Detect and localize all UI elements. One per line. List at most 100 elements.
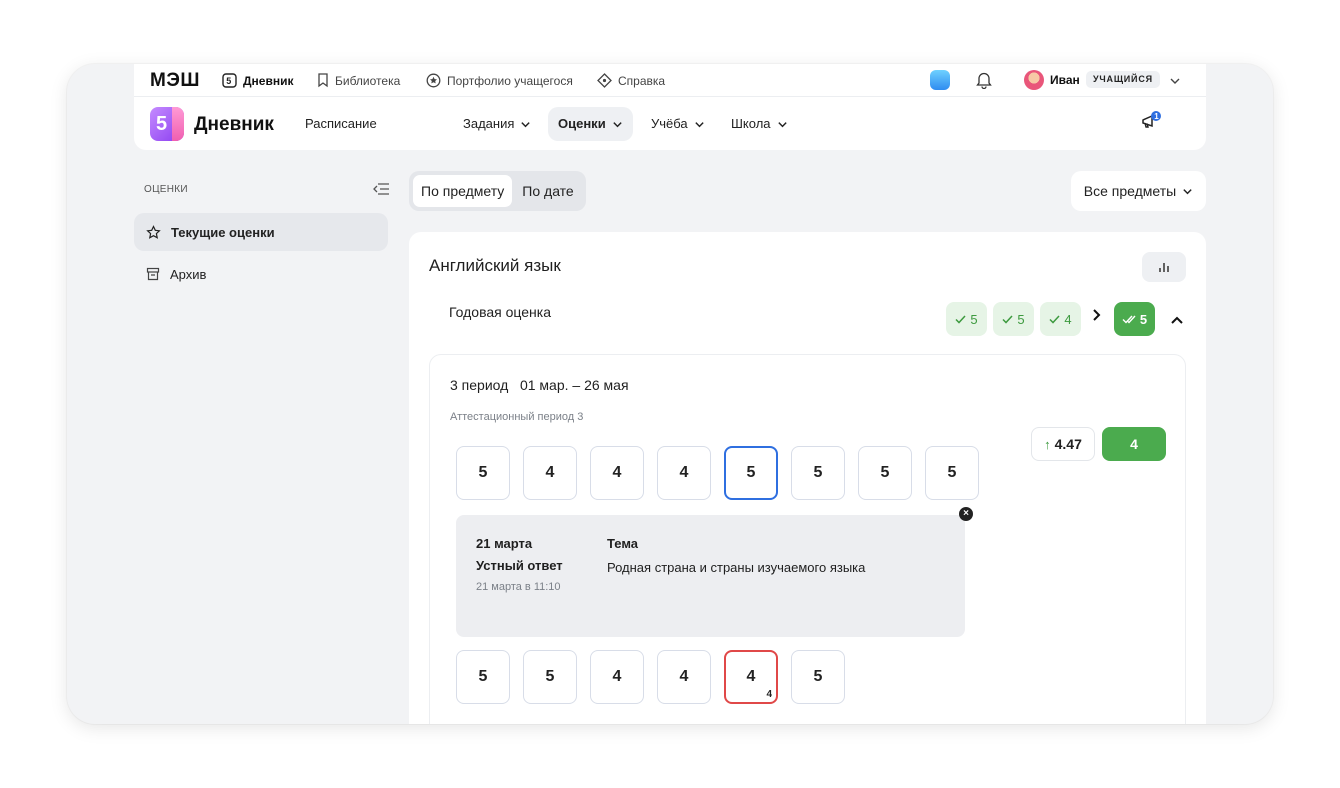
- portal-link-diary[interactable]: 5 Дневник: [222, 73, 293, 88]
- nav-study[interactable]: Учёба: [641, 107, 715, 141]
- bookmark-icon: [318, 73, 328, 88]
- year-mark-pill[interactable]: 5: [1114, 302, 1155, 336]
- topic-label: Тема: [607, 536, 639, 551]
- nav-school[interactable]: Школа: [721, 107, 798, 141]
- top-header: МЭШ 5 Дневник Библиотека Портфолио учаще…: [134, 64, 1206, 150]
- check-icon: [955, 314, 966, 324]
- role-badge: УЧАЩИЙСЯ: [1086, 71, 1160, 88]
- subject-filter-select[interactable]: Все предметы: [1071, 171, 1206, 211]
- nav-grades[interactable]: Оценки: [548, 107, 633, 141]
- mark-value: 4: [679, 668, 689, 685]
- brand-name[interactable]: Дневник: [194, 114, 274, 136]
- mark-tile[interactable]: 4: [590, 650, 644, 704]
- double-check-icon: [1122, 315, 1136, 324]
- svg-text:5: 5: [226, 76, 231, 86]
- chevron-down-icon: [694, 121, 704, 127]
- period-grade[interactable]: 4: [1102, 427, 1166, 461]
- nav-tasks[interactable]: Задания: [453, 107, 541, 141]
- mark-tile[interactable]: 5: [456, 650, 510, 704]
- portal-bar: МЭШ 5 Дневник Библиотека Портфолио учаще…: [134, 64, 1206, 97]
- subject-card: Английский язык Годовая оценка 5 5 4 5 3…: [409, 232, 1206, 724]
- check-icon: [1002, 314, 1013, 324]
- app-window: МЭШ 5 Дневник Библиотека Портфолио учаще…: [67, 64, 1273, 724]
- sidebar-item-archive[interactable]: Архив: [134, 255, 388, 293]
- portal-link-label: Портфолио учащегося: [447, 73, 573, 88]
- tab-by-date[interactable]: По дате: [514, 175, 581, 207]
- portal-link-help[interactable]: Справка: [597, 73, 665, 88]
- help-diamond-icon: [597, 73, 612, 88]
- brand-digit: 5: [156, 113, 168, 135]
- average-score: ↑ 4.47: [1031, 427, 1095, 461]
- sidebar-item-label: Архив: [170, 266, 207, 282]
- mark-type: Устный ответ: [476, 558, 563, 573]
- chevron-right-icon: [1091, 308, 1103, 327]
- mark-tile[interactable]: 4: [590, 446, 644, 500]
- pill-value: 5: [1017, 311, 1025, 327]
- period-title: 3 период 01 мар. – 26 мая: [450, 377, 629, 393]
- collapse-sidebar-icon[interactable]: [372, 182, 390, 201]
- mark-tile[interactable]: 5: [791, 650, 845, 704]
- mark-tile[interactable]: 44: [724, 650, 778, 704]
- portal-link-library[interactable]: Библиотека: [317, 73, 400, 88]
- megaphone-icon[interactable]: 1: [1140, 110, 1162, 137]
- mark-tile[interactable]: 4: [657, 446, 711, 500]
- arrow-up-icon: ↑: [1044, 436, 1051, 452]
- period-mark-pill[interactable]: 5: [993, 302, 1034, 336]
- sidebar-item-label: Текущие оценки: [171, 224, 275, 240]
- star-outline-icon: [146, 224, 161, 239]
- notification-count: 1: [1154, 112, 1159, 121]
- chevron-down-icon: [613, 121, 622, 127]
- bell-icon[interactable]: [976, 71, 992, 94]
- mark-tile[interactable]: 4: [657, 650, 711, 704]
- mark-tile[interactable]: 4: [523, 446, 577, 500]
- diary-brand-icon[interactable]: 5: [150, 107, 184, 141]
- portal-link-label: Библиотека: [335, 73, 401, 88]
- mark-value: 4: [746, 668, 756, 685]
- view-switch: По предмету По дате: [409, 171, 586, 211]
- chevron-down-icon: [521, 121, 531, 127]
- mark-weight: 4: [766, 689, 772, 700]
- chevron-up-icon[interactable]: [1170, 312, 1184, 330]
- mark-value: 5: [813, 668, 823, 685]
- avatar[interactable]: [1024, 70, 1044, 90]
- portal-link-label: Дневник: [243, 73, 294, 88]
- mark-value: 5: [545, 668, 555, 685]
- period-subtitle: Аттестационный период 3: [450, 411, 584, 423]
- archive-icon: [146, 267, 160, 281]
- nav-label: Школа: [731, 116, 771, 131]
- chevron-down-icon[interactable]: [1169, 74, 1181, 92]
- period-mark-pill[interactable]: 4: [1040, 302, 1081, 336]
- mesh-logo[interactable]: МЭШ: [150, 70, 200, 92]
- mark-value: 5: [478, 668, 488, 685]
- sidebar-title: ОЦЕНКИ: [144, 184, 188, 195]
- stats-button[interactable]: [1142, 252, 1186, 282]
- star-circle-icon: [426, 73, 441, 88]
- average-value: 4.47: [1054, 436, 1082, 452]
- period-mark-pill[interactable]: 5: [946, 302, 987, 336]
- portal-link-label: Справка: [618, 73, 666, 88]
- user-name[interactable]: Иван: [1050, 73, 1080, 87]
- chevron-down-icon: [1183, 188, 1192, 194]
- pill-value: 4: [1064, 311, 1072, 327]
- chevron-down-icon: [777, 121, 787, 127]
- close-icon[interactable]: ×: [959, 507, 973, 521]
- mark-tile[interactable]: 5: [523, 650, 577, 704]
- sidebar-item-current-grades[interactable]: Текущие оценки: [134, 213, 388, 251]
- nav-schedule[interactable]: Расписание: [295, 107, 387, 141]
- subject-filter-value: Все предметы: [1083, 183, 1177, 199]
- mark-tile[interactable]: 5: [858, 446, 912, 500]
- mark-tile[interactable]: 5: [791, 446, 845, 500]
- pill-value: 5: [1139, 311, 1148, 327]
- mark-tile[interactable]: 5: [456, 446, 510, 500]
- mark-tile[interactable]: 5: [925, 446, 979, 500]
- nav-label: Расписание: [305, 116, 377, 131]
- nav-label: Задания: [463, 116, 515, 131]
- bar-chart-icon: [1159, 263, 1169, 272]
- pill-value: 5: [970, 311, 978, 327]
- subject-title: Английский язык: [429, 256, 561, 275]
- apps-icon[interactable]: [930, 70, 950, 90]
- mark-tile[interactable]: 5: [724, 446, 778, 500]
- year-grade-label: Годовая оценка: [449, 304, 551, 320]
- tab-by-subject[interactable]: По предмету: [413, 175, 513, 207]
- portal-link-portfolio[interactable]: Портфолио учащегося: [426, 73, 573, 88]
